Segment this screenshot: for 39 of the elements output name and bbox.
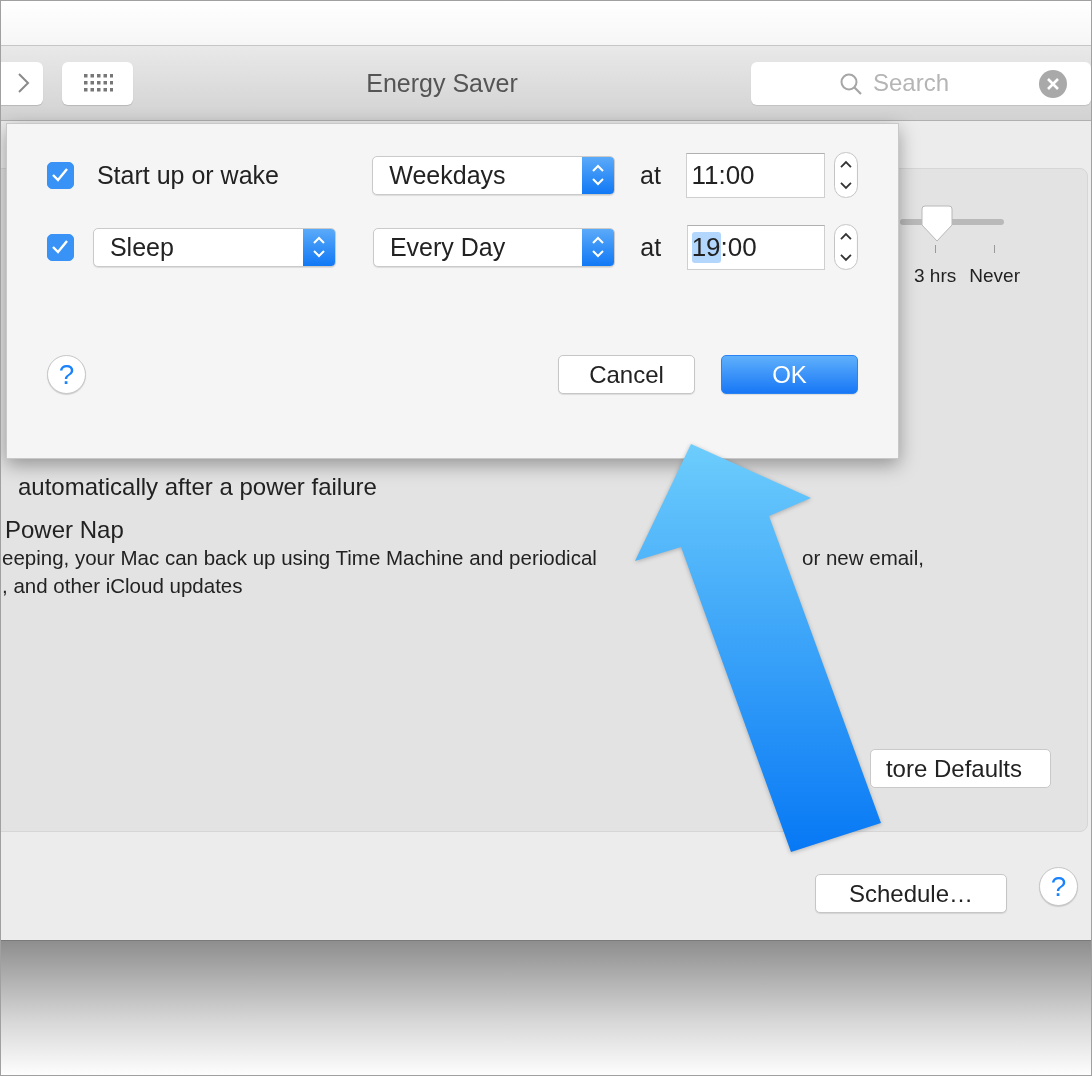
chevron-right-icon [17,72,31,94]
checkbox[interactable] [47,233,74,261]
slider-label: 3 hrs [914,265,957,287]
power-nap-label: Power Nap [5,516,125,544]
power-failure-label: automatically after a power failure [18,473,378,501]
grid-icon [82,73,113,93]
time-field[interactable]: 19:00 [686,224,826,270]
description-text: eeping, your Mac can back up using Time Machine and periodical [2,545,597,571]
day-popup[interactable]: Weekdays [372,155,615,195]
day-popup[interactable]: Every Day [372,227,615,267]
time-field[interactable]: 11:00 [686,152,826,198]
at-label: at [639,232,663,262]
checkmark-icon [51,167,70,183]
slider-label: Never [969,265,1020,287]
chevron-up-down-icon [589,234,606,260]
clear-icon[interactable] [1039,69,1067,98]
slider[interactable]: 3 hrs Never [900,219,1035,287]
description-text: or new email, [802,545,924,571]
checkbox[interactable] [47,161,74,189]
restore-defaults-button[interactable]: tore Defaults [870,749,1051,788]
cancel-button[interactable]: Cancel [558,355,695,394]
show-all-button[interactable] [62,61,133,105]
stepper[interactable] [834,224,858,270]
search-icon [839,71,863,96]
event-label: Start up or wake [96,160,279,189]
schedule-button[interactable]: Schedule… [815,874,1007,913]
chevron-up-down-icon [310,234,327,260]
window-title: Energy Saver [365,68,519,98]
at-label: at [639,160,662,190]
forward-button[interactable] [1,61,43,105]
search-field[interactable]: Search [751,61,1091,105]
event-popup[interactable]: Sleep [92,227,336,267]
chevron-up-down-icon [589,162,606,188]
stepper[interactable] [834,152,858,198]
help-button[interactable]: ? [47,355,86,394]
checkmark-icon [51,239,70,255]
description-text: , and other iCloud updates [2,573,243,599]
slider-thumb[interactable] [921,205,954,243]
help-button[interactable]: ? [1039,867,1078,906]
